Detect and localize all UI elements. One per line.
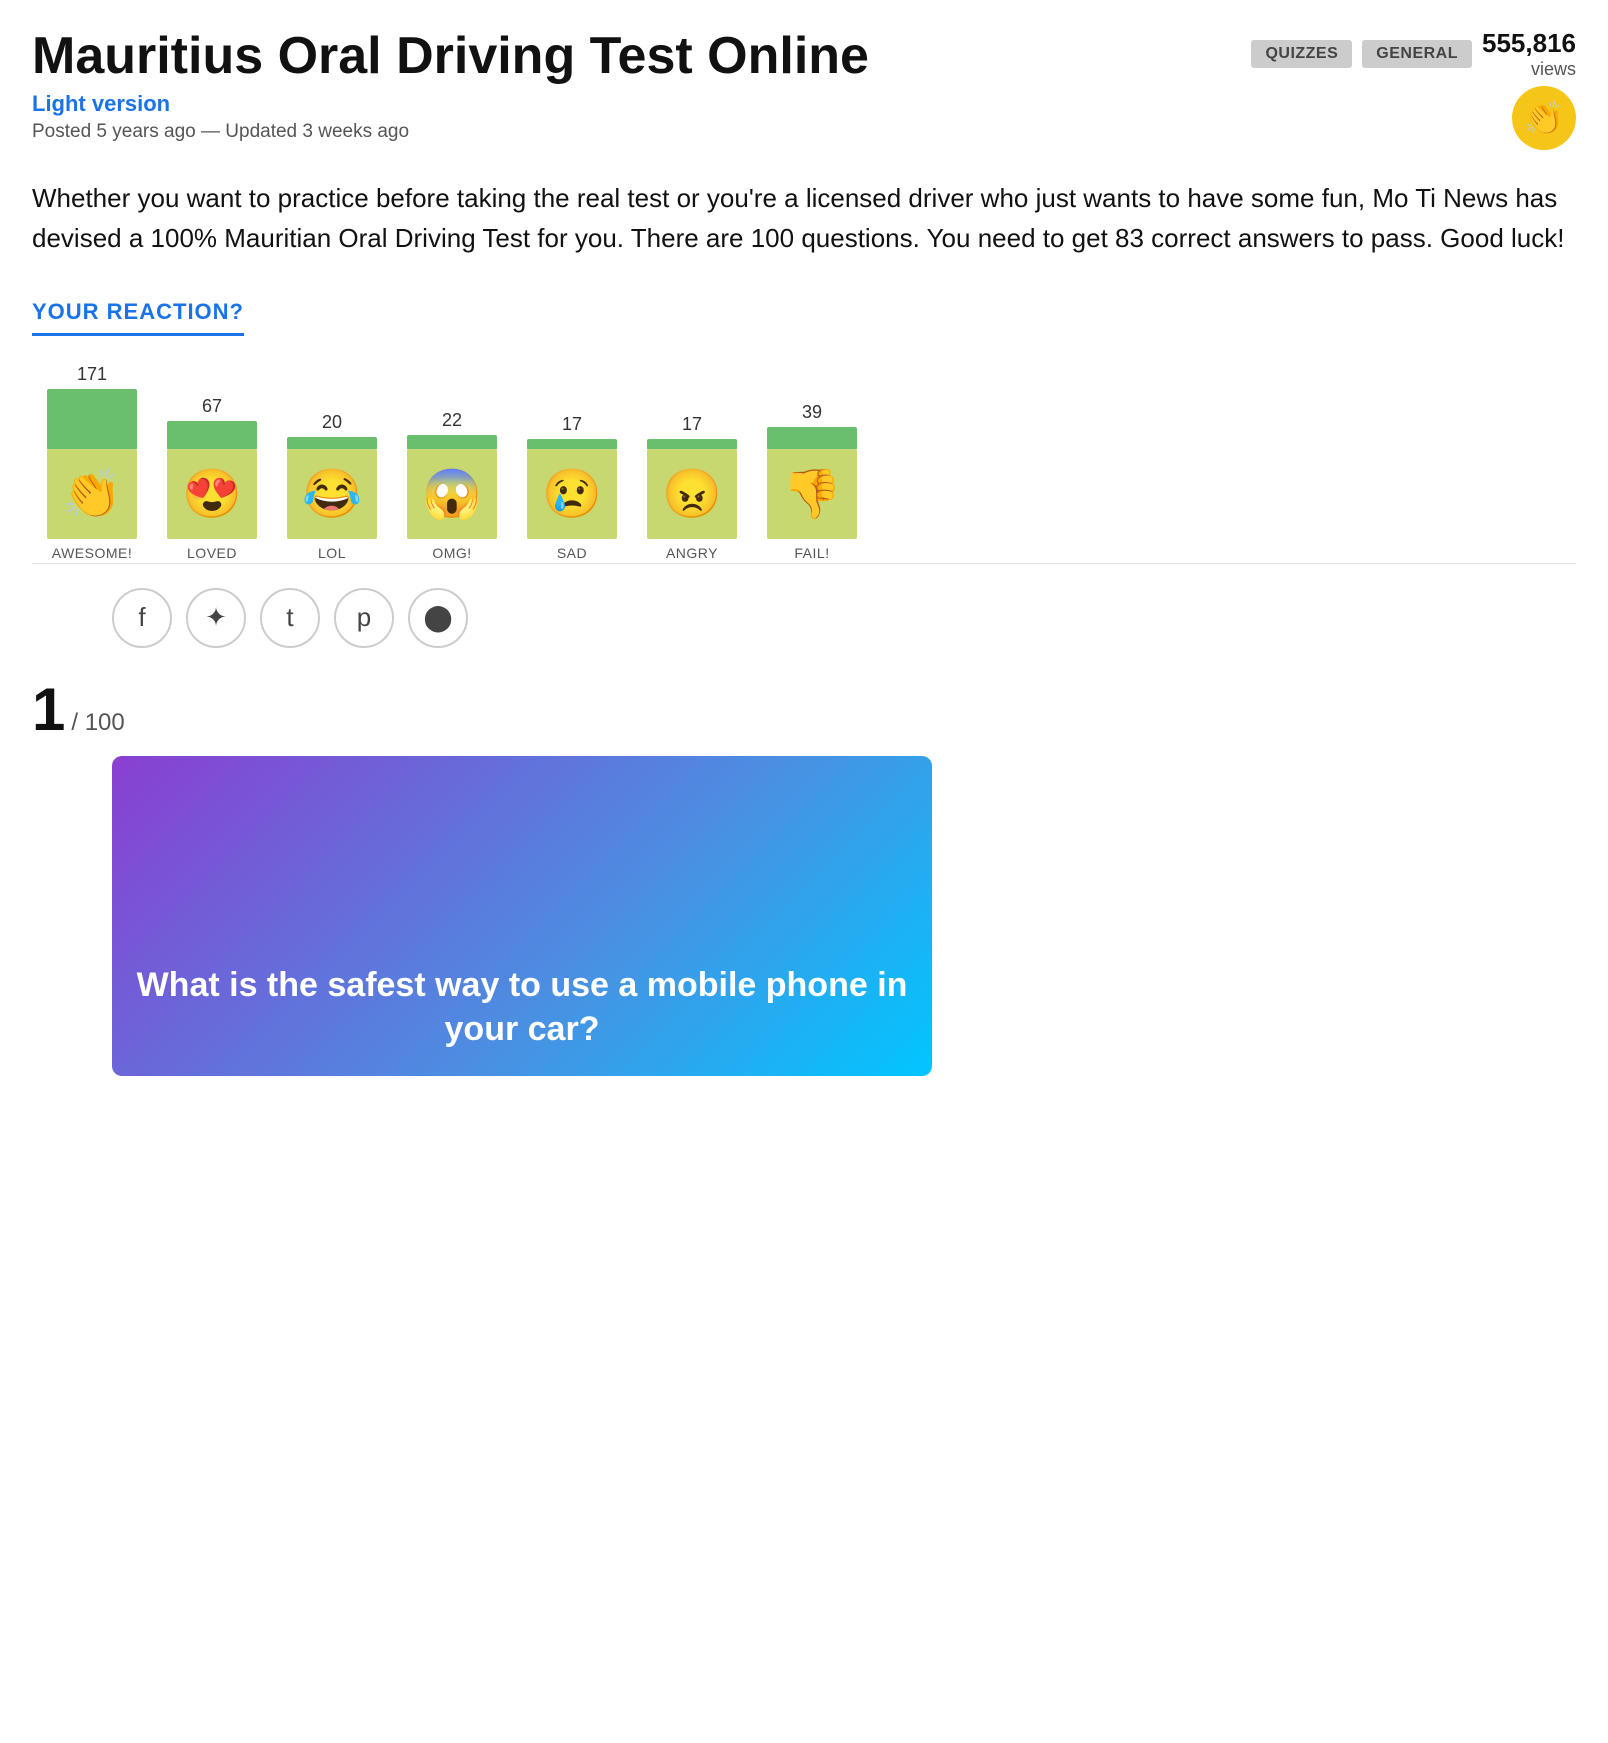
reaction-count: 20 xyxy=(322,412,342,433)
reaction-label: FAIL! xyxy=(794,545,829,561)
views-label: views xyxy=(1482,59,1576,80)
reaction-item-sad[interactable]: 17 😢 SAD xyxy=(512,414,632,561)
tag-quizzes[interactable]: QUIZZES xyxy=(1251,40,1352,68)
reaction-emoji: 😱 xyxy=(407,449,497,539)
header-right: QUIZZES GENERAL 555,816 views 👏 xyxy=(1251,28,1576,150)
tag-general[interactable]: GENERAL xyxy=(1362,40,1472,68)
reaction-item-lol[interactable]: 20 😂 LOL xyxy=(272,412,392,561)
reaction-bar xyxy=(767,427,857,449)
reaction-count: 17 xyxy=(562,414,582,435)
views-block: 555,816 views xyxy=(1482,28,1576,80)
reaction-emoji: 😂 xyxy=(287,449,377,539)
reaction-label: SAD xyxy=(557,545,587,561)
social-share-row: f✦tp⬤ xyxy=(112,588,1576,648)
reaction-emoji: 👏 xyxy=(47,449,137,539)
reaction-count: 22 xyxy=(442,410,462,431)
reaction-item-fail[interactable]: 39 👎 FAIL! xyxy=(752,402,872,561)
views-count: 555,816 xyxy=(1482,28,1576,59)
question-number: 1 xyxy=(32,680,65,740)
light-version-link[interactable]: Light version xyxy=(32,91,1227,117)
twitter-share-button[interactable]: ✦ xyxy=(186,588,246,648)
avatar: 👏 xyxy=(1512,86,1576,150)
question-counter-row: 1 / 100 xyxy=(32,680,1576,740)
reddit-share-button[interactable]: ⬤ xyxy=(408,588,468,648)
reaction-title: YOUR REACTION? xyxy=(32,299,244,336)
reaction-bar xyxy=(527,439,617,449)
reaction-bar xyxy=(287,437,377,449)
reaction-bar xyxy=(47,389,137,449)
reaction-emoji: 😢 xyxy=(527,449,617,539)
reaction-emoji: 😠 xyxy=(647,449,737,539)
reaction-label: ANGRY xyxy=(666,545,718,561)
question-image-area: What is the safest way to use a mobile p… xyxy=(112,756,932,1076)
reaction-emoji: 😍 xyxy=(167,449,257,539)
reaction-item-angry[interactable]: 17 😠 ANGRY xyxy=(632,414,752,561)
reaction-bar xyxy=(407,435,497,449)
page-header: Mauritius Oral Driving Test Online Light… xyxy=(32,28,1576,150)
reaction-item-awesome[interactable]: 171 👏 AWESOME! xyxy=(32,364,152,561)
reaction-count: 39 xyxy=(802,402,822,423)
reaction-item-omg[interactable]: 22 😱 OMG! xyxy=(392,410,512,561)
description-text: Whether you want to practice before taki… xyxy=(32,178,1576,259)
reaction-count: 17 xyxy=(682,414,702,435)
reactions-row: 171 👏 AWESOME! 67 😍 LOVED 20 😂 LOL 22 😱 … xyxy=(32,364,1576,561)
pinterest-share-button[interactable]: p xyxy=(334,588,394,648)
reaction-count: 67 xyxy=(202,396,222,417)
reaction-label: LOL xyxy=(318,545,346,561)
reaction-label: OMG! xyxy=(432,545,471,561)
reaction-bar xyxy=(647,439,737,449)
tumblr-share-button[interactable]: t xyxy=(260,588,320,648)
facebook-share-button[interactable]: f xyxy=(112,588,172,648)
reaction-label: LOVED xyxy=(187,545,237,561)
title-block: Mauritius Oral Driving Test Online Light… xyxy=(32,28,1227,143)
meta-text: Posted 5 years ago — Updated 3 weeks ago xyxy=(32,121,409,142)
reaction-count: 171 xyxy=(77,364,107,385)
top-right-row: QUIZZES GENERAL 555,816 views xyxy=(1251,28,1576,80)
page-title: Mauritius Oral Driving Test Online xyxy=(32,28,1227,85)
reaction-bar-area: 171 👏 AWESOME! 67 😍 LOVED 20 😂 LOL 22 😱 … xyxy=(32,364,1576,564)
reaction-bar xyxy=(167,421,257,449)
reaction-item-loved[interactable]: 67 😍 LOVED xyxy=(152,396,272,561)
reaction-section: YOUR REACTION? 171 👏 AWESOME! 67 😍 LOVED… xyxy=(32,299,1576,648)
reaction-emoji: 👎 xyxy=(767,449,857,539)
question-of-label: / 100 xyxy=(71,709,124,737)
question-text: What is the safest way to use a mobile p… xyxy=(136,963,908,1051)
reaction-label: AWESOME! xyxy=(52,545,133,561)
